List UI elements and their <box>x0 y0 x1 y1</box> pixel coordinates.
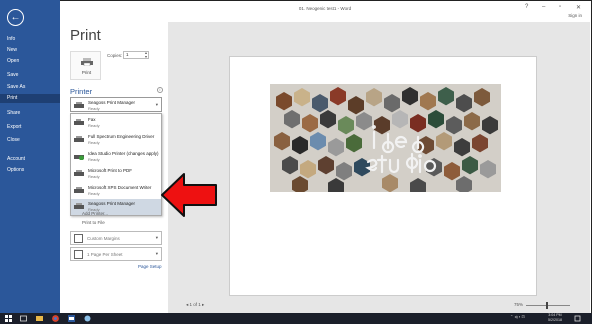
system-tray[interactable]: ⌃ ◂) ▪ ⊡ <box>510 314 525 319</box>
nav-item-new[interactable]: New <box>7 47 17 53</box>
chevron-down-icon: ▾ <box>155 235 158 240</box>
clock[interactable]: 3:04 PM 5/2/2018 <box>548 313 562 323</box>
printer-status: Ready <box>88 191 100 196</box>
nav-item-export[interactable]: Export <box>7 124 21 130</box>
printer-status: Ready <box>88 157 100 162</box>
info-icon[interactable]: i <box>157 87 163 93</box>
pages-per-sheet-dropdown[interactable]: 1 Page Per Sheet ▾ <box>70 247 162 261</box>
task-view-icon[interactable] <box>20 315 27 322</box>
add-printer-link[interactable]: Add Printer... <box>82 211 108 216</box>
printer-dropdown[interactable]: Seagoss Print Manager Ready ▾ <box>70 97 162 112</box>
nav-item-close[interactable]: Close <box>7 137 20 143</box>
app-icon[interactable] <box>84 315 91 322</box>
printer-dropdown-list: Fax Ready Full Spectrum Engineering Driv… <box>70 113 162 216</box>
printer-option[interactable]: Microsoft XPS Document Writer Ready <box>71 183 161 199</box>
printer-icon <box>74 136 84 142</box>
margins-icon <box>74 234 83 243</box>
nav-item-options[interactable]: Options <box>7 167 24 173</box>
notifications-icon[interactable] <box>574 315 581 322</box>
printer-name: Fax <box>88 117 96 122</box>
printer-option-fax[interactable]: Fax Ready <box>71 115 161 131</box>
printer-icon <box>74 203 84 209</box>
printer-status: Ready <box>88 174 100 179</box>
restore-icon[interactable]: ▫ <box>559 4 561 10</box>
nav-item-account[interactable]: Account <box>7 156 25 162</box>
printer-icon <box>74 187 84 193</box>
printer-option[interactable]: Idea Studio Printer (changes apply) Read… <box>71 149 161 165</box>
back-arrow-icon[interactable]: ← <box>7 9 24 26</box>
nav-item-print[interactable]: Print <box>0 94 60 103</box>
printer-option[interactable]: Full Spectrum Engineering Driver Ready <box>71 132 161 148</box>
page-title: Print <box>70 27 101 44</box>
page-setup-link[interactable]: Page Setup <box>138 264 162 269</box>
margins-label: Custom Margins <box>87 236 120 241</box>
copies-label: Copies: <box>107 53 123 58</box>
nav-item-share[interactable]: Share <box>7 110 20 116</box>
chevron-down-icon: ▾ <box>155 102 158 107</box>
printer-icon <box>74 102 84 108</box>
taskbar: ⌃ ◂) ▪ ⊡ 3:04 PM 5/2/2018 <box>0 313 592 324</box>
printer-icon <box>81 58 93 66</box>
printer-name: Microsoft Print to PDF <box>88 168 133 173</box>
title-bar: 01. Neogenic test1 - Word ? – ▫ ✕ Sign i… <box>60 0 590 22</box>
help-icon[interactable]: ? <box>525 4 528 10</box>
nav-item-save-as[interactable]: Save As <box>7 84 25 90</box>
copies-value: 1 <box>126 52 129 57</box>
zoom-slider[interactable] <box>526 305 570 306</box>
pages-per-sheet-label: 1 Page Per Sheet <box>87 252 123 257</box>
nav-item-info[interactable]: Info <box>7 36 15 42</box>
margins-dropdown[interactable]: Custom Margins ▾ <box>70 231 162 245</box>
printer-option[interactable]: Microsoft Print to PDF Ready <box>71 166 161 182</box>
clock-date: 5/2/2018 <box>548 318 562 322</box>
zoom-slider-thumb[interactable] <box>546 302 548 309</box>
zoom-level: 75% <box>514 302 524 307</box>
nav-item-save[interactable]: Save <box>7 72 18 78</box>
printer-status: Ready <box>88 123 100 128</box>
printer-name: Idea Studio Printer (changes apply) <box>88 151 159 156</box>
printer-name: Full Spectrum Engineering Driver <box>88 134 155 139</box>
printer-icon <box>74 170 84 176</box>
pages-per-sheet-icon <box>74 250 83 259</box>
print-button[interactable]: Print <box>70 51 101 80</box>
nav-item-open[interactable]: Open <box>7 58 19 64</box>
windows-start-icon[interactable] <box>5 315 12 322</box>
print-to-file-option[interactable]: Print to File <box>82 220 105 225</box>
printer-heading: Printer <box>70 87 93 96</box>
backstage-nav: ← Info New Open Save Save As Print Share… <box>0 0 60 313</box>
spin-arrows-icon[interactable]: ▴ ▾ <box>145 51 147 59</box>
red-arrow-annotation <box>161 173 217 217</box>
document-title: 01. Neogenic test1 - Word <box>298 6 352 11</box>
printer-name: Seagoss Print Manager <box>88 201 136 206</box>
chrome-icon[interactable] <box>52 315 59 322</box>
printer-check-icon <box>74 155 84 160</box>
close-icon[interactable]: ✕ <box>576 4 581 11</box>
word-icon[interactable] <box>68 315 75 322</box>
sign-in-link[interactable]: Sign in <box>568 13 582 18</box>
fax-icon <box>74 119 84 125</box>
idea-studio-photo <box>270 84 501 192</box>
selected-printer-name: Seagoss Print Manager <box>88 100 136 105</box>
printer-name: Microsoft XPS Document Writer <box>88 185 152 190</box>
chevron-down-icon: ▾ <box>155 251 158 256</box>
selected-printer-status: Ready <box>88 106 100 111</box>
print-button-label: Print <box>81 70 92 75</box>
file-explorer-icon[interactable] <box>36 315 43 322</box>
minimize-icon[interactable]: – <box>542 4 545 10</box>
page-navigator[interactable]: ◂ 1 of 1 ▸ <box>186 302 204 308</box>
copies-stepper[interactable]: 1 ▴ ▾ <box>123 51 149 59</box>
printer-status: Ready <box>88 140 100 145</box>
